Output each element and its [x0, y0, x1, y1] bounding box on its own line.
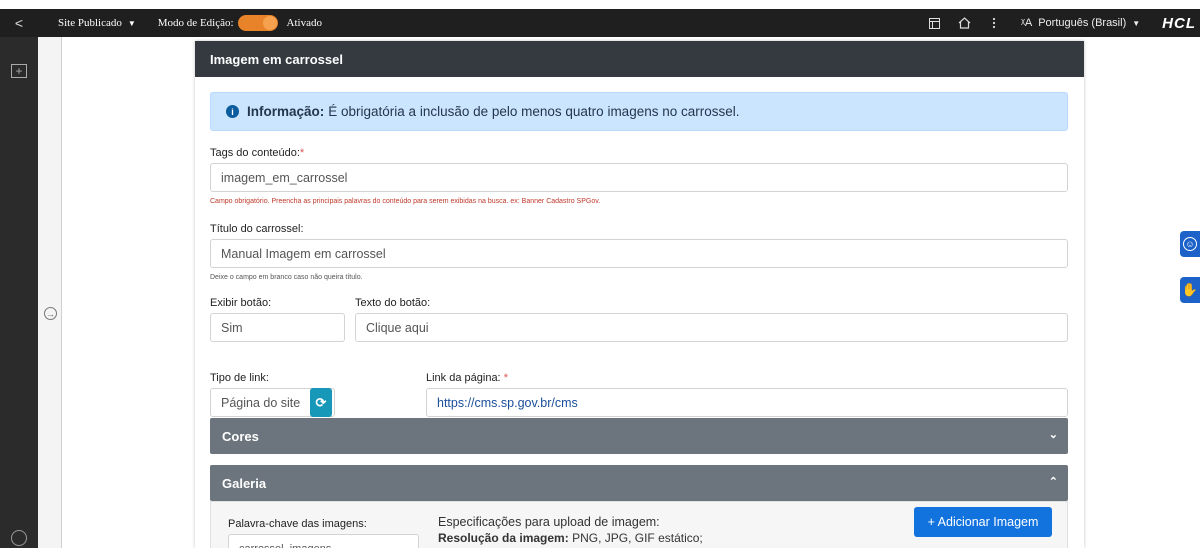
title-input[interactable]: Manual Imagem em carrossel	[210, 239, 1068, 268]
edit-mode-label: Modo de Edição:	[157, 17, 234, 29]
edit-mode: Modo de Edição: Ativado	[158, 15, 322, 31]
show-button-label: Exibir botão:	[210, 297, 272, 309]
home-icon	[958, 17, 970, 29]
hcl-logo: HCL	[1162, 14, 1196, 32]
title-hint: Deixe o campo em branco caso não queira …	[210, 274, 363, 281]
card-header: Imagem em carrossel	[195, 41, 1084, 77]
info-bold: Informação:	[247, 104, 325, 119]
resolution-value: PNG, JPG, GIF estático;	[572, 531, 703, 545]
keyword-value: carrossel_imagens	[239, 543, 331, 548]
caret-down-icon: ▼	[127, 18, 136, 28]
colors-section-header[interactable]: Cores ⌄	[210, 418, 1068, 454]
gallery-section-title: Galeria	[222, 475, 267, 491]
accessibility-icon: ☺	[1183, 237, 1197, 251]
expand-arrow-icon[interactable]: →	[44, 307, 57, 320]
chevron-up-icon: ⌃	[1048, 476, 1058, 488]
home-button[interactable]	[949, 9, 979, 37]
help-icon[interactable]	[11, 530, 27, 546]
carousel-editor-card: Imagem em carrossel i Informação: É obri…	[195, 41, 1084, 548]
card-title: Imagem em carrossel	[210, 51, 343, 67]
gallery-section-header[interactable]: Galeria ⌃	[210, 465, 1068, 501]
page-link-label: Link da página: *	[426, 372, 508, 384]
add-panel-icon[interactable]: +	[11, 64, 27, 78]
collapsed-panel: →	[38, 37, 62, 548]
sign-language-icon: ✋	[1181, 282, 1199, 297]
page-link-value: https://cms.sp.gov.br/cms	[437, 395, 578, 410]
edit-mode-status: Ativado	[286, 17, 322, 29]
left-rail: +	[0, 37, 38, 548]
layout-button[interactable]	[919, 9, 949, 37]
info-text: É obrigatória a inclusão de pelo menos q…	[328, 104, 740, 119]
chevron-left-icon: <	[14, 15, 24, 31]
chevron-down-icon: ⌄	[1048, 429, 1058, 441]
layout-icon	[928, 17, 940, 29]
accessibility-button[interactable]: ☺	[1180, 231, 1200, 257]
link-type-label: Tipo de link:	[210, 372, 269, 384]
page-link-label-text: Link da página:	[426, 372, 501, 384]
page-link-input[interactable]: https://cms.sp.gov.br/cms	[426, 388, 1068, 417]
more-icon	[992, 17, 996, 29]
show-button-select[interactable]: Sim	[210, 313, 345, 342]
toggle-knob	[262, 16, 277, 30]
site-label: Site Publicado	[58, 17, 122, 29]
language-dropdown[interactable]: ᵡA Português (Brasil) ▼	[1021, 17, 1140, 29]
info-icon: i	[226, 105, 239, 118]
top-toolbar: < Site Publicado ▼ Modo de Edição: Ativa…	[0, 9, 1200, 37]
tags-input[interactable]: imagem_em_carrossel	[210, 163, 1068, 192]
back-button[interactable]: <	[0, 9, 38, 37]
tags-value: imagem_em_carrossel	[221, 170, 348, 185]
upload-spec-resolution: Resolução da imagem: PNG, JPG, GIF estát…	[438, 531, 703, 545]
link-type-value: Página do site	[221, 395, 301, 410]
required-mark: *	[299, 147, 305, 159]
form-content: i Informação: É obrigatória a inclusão d…	[210, 92, 1068, 548]
show-button-value: Sim	[221, 320, 243, 335]
colors-section-title: Cores	[222, 428, 259, 444]
site-dropdown[interactable]: Site Publicado ▼	[58, 17, 136, 29]
refresh-icon: ⟳	[315, 394, 327, 410]
info-alert: i Informação: É obrigatória a inclusão d…	[210, 92, 1068, 131]
upload-spec-title: Especificações para upload de imagem:	[438, 515, 660, 529]
top-strip	[0, 0, 1200, 9]
refresh-link-button[interactable]: ⟳	[310, 388, 332, 417]
edit-mode-toggle[interactable]	[237, 15, 278, 31]
more-button[interactable]	[979, 9, 1009, 37]
keyword-label: Palavra-chave das imagens:	[228, 518, 367, 530]
tags-hint: Campo obrigatório. Preencha as principai…	[210, 198, 601, 205]
button-text-label: Texto do botão:	[355, 297, 431, 309]
title-value: Manual Imagem em carrossel	[221, 246, 386, 261]
tags-label: Tags do conteúdo:*	[210, 147, 304, 159]
tags-label-text: Tags do conteúdo:	[210, 147, 300, 159]
add-image-button[interactable]: + Adicionar Imagem	[914, 507, 1052, 537]
title-label: Título do carrossel:	[210, 223, 304, 235]
language-label: Português (Brasil)	[1038, 17, 1127, 29]
required-mark: *	[503, 372, 508, 384]
translate-icon: ᵡA	[1021, 17, 1033, 29]
button-text-input[interactable]: Clique aqui	[355, 313, 1068, 342]
toolbar-right: ᵡA Português (Brasil) ▼ HCL	[919, 9, 1200, 37]
gallery-body: Palavra-chave das imagens: carrossel_ima…	[210, 501, 1068, 548]
sign-language-button[interactable]: ✋	[1180, 277, 1200, 303]
resolution-bold: Resolução da imagem:	[438, 531, 569, 545]
button-text-value: Clique aqui	[366, 320, 429, 335]
keyword-input[interactable]: carrossel_imagens	[228, 534, 419, 548]
caret-down-icon: ▼	[1132, 18, 1141, 28]
